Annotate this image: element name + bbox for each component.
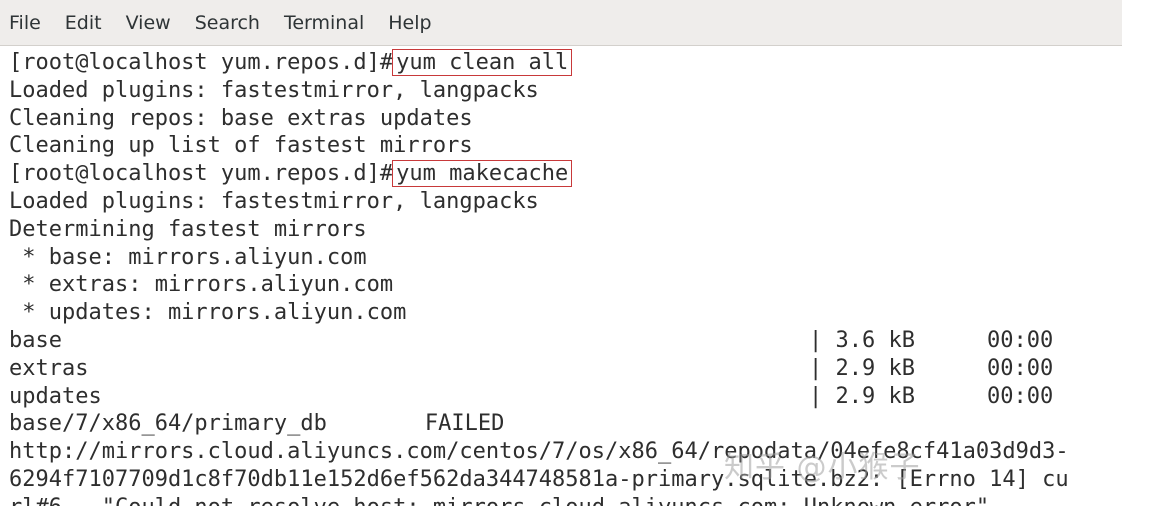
repo-size: | 3.6 kB [809, 327, 915, 353]
shell-prompt: [root@localhost yum.repos.d]# [9, 50, 394, 75]
terminal-line: Determining fastest mirrors [9, 216, 367, 242]
menu-edit[interactable]: Edit [65, 12, 102, 34]
terminal-line: * extras: mirrors.aliyun.com [9, 272, 394, 298]
menu-file[interactable]: File [9, 12, 41, 34]
menu-search[interactable]: Search [195, 12, 260, 34]
terminal-line: * base: mirrors.aliyun.com [9, 244, 367, 270]
terminal-line: rl#6 - "Could not resolve host: mirrors.… [9, 494, 1069, 506]
repo-time: 00:00 [987, 327, 1054, 353]
menu-bar: File Edit View Search Terminal Help [0, 0, 1122, 46]
terminal-line: [root@localhost yum.repos.d]# yum clean a… [9, 49, 1069, 77]
repo-name: extras [9, 355, 89, 381]
repo-name: updates [9, 383, 102, 409]
repo-size: | 2.9 kB [809, 383, 915, 409]
shell-prompt: [root@localhost yum.repos.d]# [9, 161, 394, 187]
menu-help[interactable]: Help [388, 12, 431, 34]
primary-db-path: base/7/x86_64/primary_db [9, 411, 327, 437]
terminal-line: Cleaning repos: base extras updates [9, 105, 473, 131]
repo-time: 00:00 [987, 355, 1054, 381]
repo-row: base | 3.6 kB 00:00 [9, 327, 1069, 355]
terminal-line: Loaded plugins: fastestmirror, langpacks [9, 77, 539, 103]
repo-row: extras | 2.9 kB 00:00 [9, 355, 1069, 383]
menu-view[interactable]: View [126, 12, 171, 34]
repo-size: | 2.9 kB [809, 355, 915, 381]
terminal-line: Loaded plugins: fastestmirror, langpacks [9, 188, 539, 214]
watermark: 知乎 @小猴子 [724, 450, 921, 485]
repo-name: base [9, 327, 62, 353]
terminal-line: Cleaning up list of fastest mirrors [9, 133, 473, 159]
terminal-line: base/7/x86_64/primary_db FAILED [9, 410, 1069, 438]
terminal-line: [root@localhost yum.repos.d]# yum makecac… [9, 160, 1069, 188]
terminal-lines: [root@localhost yum.repos.d]# yum clean a… [9, 49, 1069, 506]
terminal-output[interactable]: [root@localhost yum.repos.d]# yum clean a… [0, 47, 1122, 506]
failed-status: FAILED [424, 411, 505, 437]
repo-row: updates | 2.9 kB 00:00 [9, 383, 1069, 411]
scrollbar-area[interactable] [1122, 0, 1166, 506]
repo-time: 00:00 [987, 383, 1054, 409]
menu-terminal[interactable]: Terminal [284, 12, 364, 34]
terminal-window: File Edit View Search Terminal Help [roo… [0, 0, 1166, 506]
highlighted-command: yum makecache [392, 160, 573, 188]
terminal-line: * updates: mirrors.aliyun.com [9, 300, 407, 326]
highlighted-command: yum clean all [392, 49, 573, 76]
